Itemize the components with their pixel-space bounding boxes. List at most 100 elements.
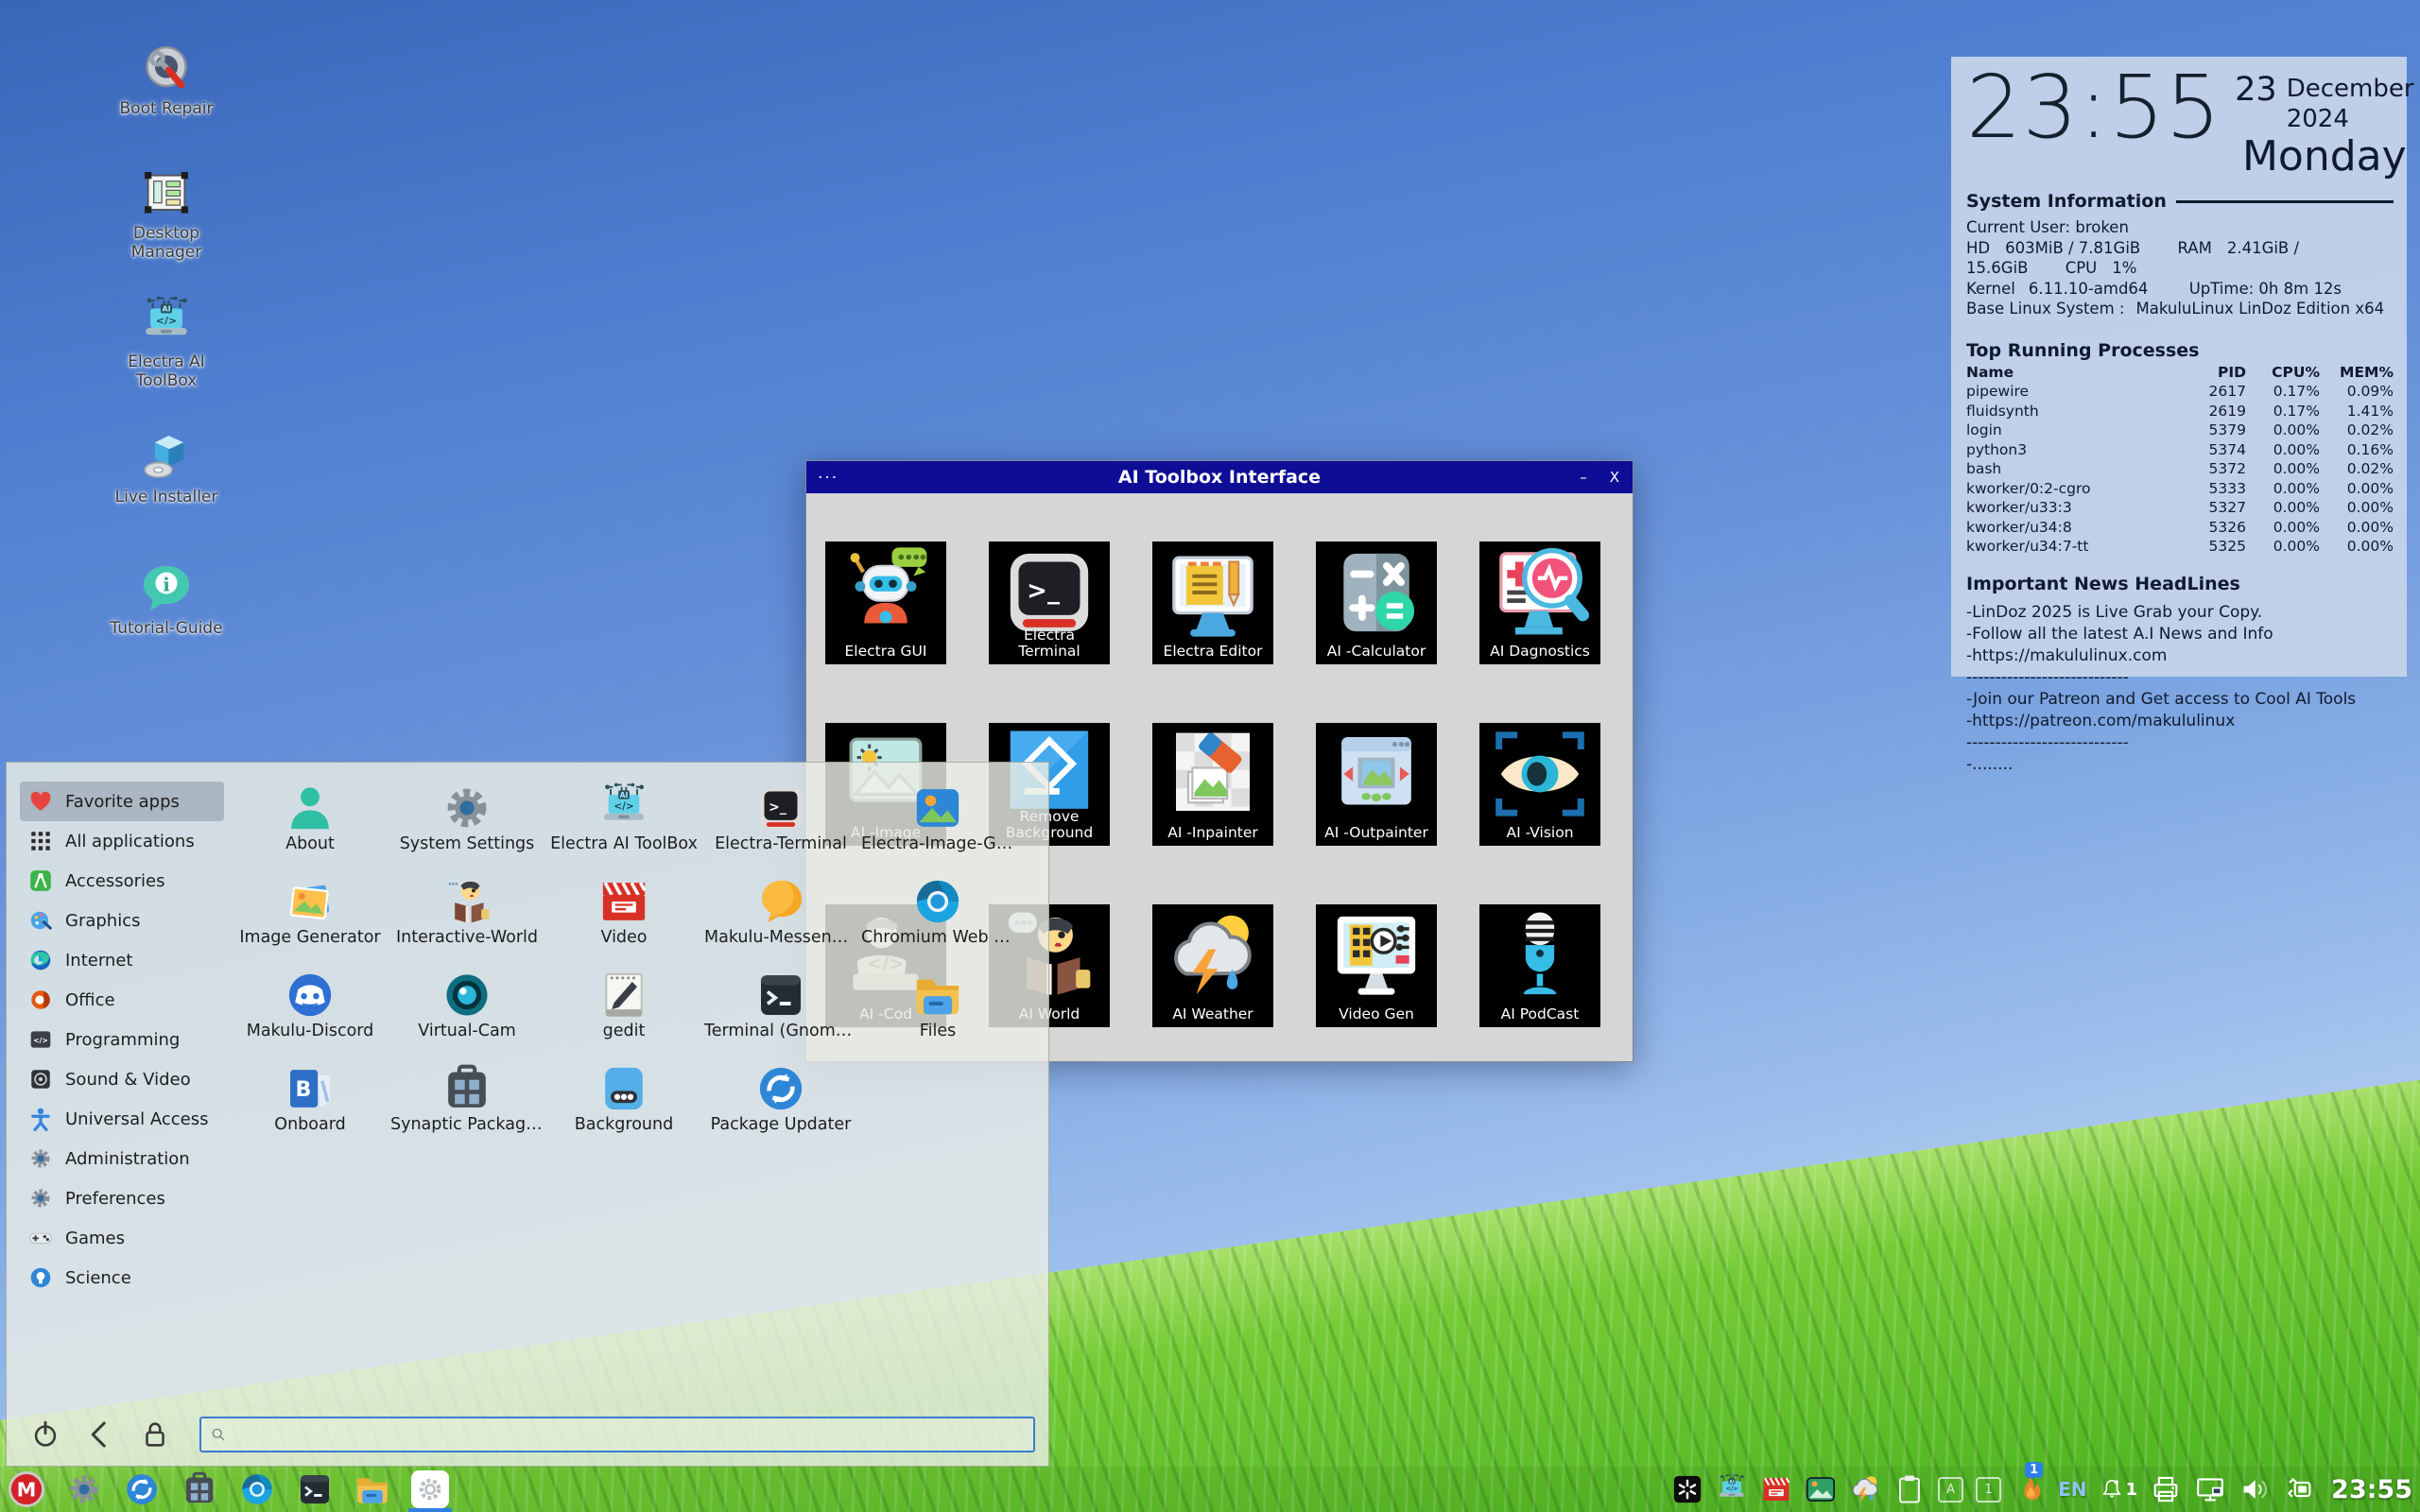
app-makulu-discord[interactable]: Makulu-Discord [232, 967, 389, 1060]
gnome-terminal-icon [296, 1470, 334, 1508]
category-all-applications[interactable]: All applications [20, 821, 224, 861]
news-title: Important News HeadLines [1966, 573, 2240, 594]
desktop-icon-tutorial-guide[interactable]: Tutorial-Guide [104, 561, 229, 638]
tray-volume[interactable] [2238, 1473, 2271, 1505]
tray-chatgpt[interactable] [1671, 1473, 1703, 1505]
tile-ai-podcast[interactable]: AI PodCast [1479, 904, 1600, 1027]
tray-electra-ai[interactable] [1716, 1473, 1748, 1505]
clapperboard-icon [1760, 1473, 1792, 1505]
category-label: All applications [65, 831, 195, 851]
taskbar-clock[interactable]: 23:55 [2331, 1475, 2412, 1504]
category-graphics[interactable]: Graphics [20, 901, 224, 940]
app-background[interactable]: Background [545, 1060, 702, 1154]
category-internet[interactable]: Internet [20, 940, 224, 980]
app-electra-image-gen[interactable]: Electra-Image-Gen... [859, 780, 1016, 873]
tile-ai-calculator[interactable]: AI -Calculator [1316, 541, 1437, 664]
app-onboard[interactable]: Onboard [232, 1060, 389, 1154]
tray-clipboard[interactable] [1893, 1473, 1926, 1505]
app-interactive-world[interactable]: Interactive-World [389, 873, 545, 967]
app-package-updater[interactable]: Package Updater [702, 1060, 859, 1154]
window-titlebar[interactable]: ... AI Toolbox Interface – X [806, 461, 1633, 493]
keyboard-layout-1[interactable]: 1 [1976, 1476, 2002, 1503]
tray-image[interactable] [1805, 1473, 1837, 1505]
system-tray: A 1 1 EN 1 23:55 [1671, 1462, 2420, 1505]
photo-stack-icon [284, 875, 337, 928]
category-favorite-apps[interactable]: Favorite apps [20, 782, 224, 821]
background-settings-icon [597, 1062, 650, 1115]
back-button[interactable] [84, 1418, 116, 1451]
kernel-line: Kernel 6.11.10-amd64 UpTime: 0h 8m 12s [1966, 279, 2394, 300]
app-image-generator[interactable]: Image Generator [232, 873, 389, 967]
tray-power[interactable] [2283, 1473, 2315, 1505]
taskbar-ai-toolbox-active[interactable] [408, 1470, 452, 1512]
tile-ai-outpainter[interactable]: AI -Outpainter [1316, 723, 1437, 846]
search-bar[interactable] [199, 1417, 1035, 1452]
tile-video-gen[interactable]: Video Gen [1316, 904, 1437, 1027]
tile-electra-editor[interactable]: Electra Editor [1152, 541, 1273, 664]
app-files[interactable]: Files [859, 967, 1016, 1060]
tile-label: AI PodCast [1500, 1005, 1580, 1022]
app-electra-terminal[interactable]: Electra-Terminal [702, 780, 859, 873]
power-button[interactable] [29, 1418, 61, 1451]
base-system-line: Base Linux System : MakuluLinux LinDoz Ed… [1966, 299, 2394, 319]
category-universal-access[interactable]: Universal Access [20, 1099, 224, 1139]
taskbar-system-settings[interactable] [65, 1470, 103, 1508]
taskbar-terminal[interactable] [296, 1470, 334, 1508]
app-chromium[interactable]: Chromium Web Br... [859, 873, 1016, 967]
taskbar-chromium[interactable] [238, 1470, 276, 1508]
lock-button[interactable] [139, 1418, 171, 1451]
taskbar-files[interactable] [354, 1470, 391, 1508]
app-about[interactable]: About [232, 780, 389, 873]
app-gnome-terminal[interactable]: Terminal (Gnome-t... [702, 967, 859, 1060]
app-gedit[interactable]: gedit [545, 967, 702, 1060]
folder-icon [911, 969, 964, 1022]
category-label: Sound & Video [65, 1069, 191, 1090]
tray-flame[interactable]: 1 [2014, 1462, 2046, 1505]
app-label: Electra-Terminal [715, 834, 847, 853]
window-title: AI Toolbox Interface [1117, 467, 1322, 488]
tray-weather[interactable] [1849, 1473, 1881, 1505]
tray-video[interactable] [1760, 1473, 1792, 1505]
category-office[interactable]: Office [20, 980, 224, 1020]
category-administration[interactable]: Administration [20, 1139, 224, 1178]
taskbar-package-updater[interactable] [123, 1470, 161, 1508]
kernel-label: Kernel [1966, 279, 2015, 298]
close-button[interactable]: X [1610, 461, 1619, 493]
category-accessories[interactable]: Accessories [20, 861, 224, 901]
app-electra-ai-toolbox[interactable]: Electra AI ToolBox [545, 780, 702, 873]
desktop-icon-boot-repair[interactable]: Boot Repair [104, 42, 229, 118]
keyboard-layout-a[interactable]: A [1938, 1476, 1964, 1503]
tile-ai-weather[interactable]: AI Weather [1152, 904, 1273, 1027]
makulu-menu-button[interactable] [8, 1470, 45, 1508]
app-virtual-cam[interactable]: Virtual-Cam [389, 967, 545, 1060]
tile-electra-terminal[interactable]: Electra Terminal [989, 541, 1110, 664]
tray-display[interactable] [2194, 1473, 2226, 1505]
tile-ai-vision[interactable]: AI -Vision [1479, 723, 1600, 846]
app-video[interactable]: Video [545, 873, 702, 967]
category-science[interactable]: Science [20, 1258, 224, 1297]
current-user: Current User: broken [1966, 218, 2129, 236]
category-programming[interactable]: Programming [20, 1020, 224, 1059]
tray-printer[interactable] [2150, 1473, 2182, 1505]
category-preferences[interactable]: Preferences [20, 1178, 224, 1218]
system-info-title: System Information [1966, 191, 2167, 212]
window-menu-button[interactable]: ... [818, 461, 838, 486]
category-sound-video[interactable]: Sound & Video [20, 1059, 224, 1099]
category-games[interactable]: Games [20, 1218, 224, 1258]
desktop-icon-live-installer[interactable]: Live Installer [104, 430, 229, 507]
app-makulu-messenger[interactable]: Makulu-Messenger [702, 873, 859, 967]
taskbar-synaptic[interactable] [181, 1470, 218, 1508]
notifications[interactable]: 1 [2100, 1477, 2137, 1502]
app-system-settings[interactable]: System Settings [389, 780, 545, 873]
minimize-button[interactable]: – [1580, 461, 1587, 493]
tile-ai-diagnostics[interactable]: AI Dagnostics [1479, 541, 1600, 664]
search-input[interactable] [228, 1424, 1026, 1445]
desktop-icon-electra-ai-toolbox[interactable]: Electra AI ToolBox [104, 295, 229, 390]
taskbar: A 1 1 EN 1 23:55 [0, 1462, 2420, 1512]
language-indicator[interactable]: EN [2058, 1478, 2086, 1501]
app-synaptic[interactable]: Synaptic Package ... [389, 1060, 545, 1154]
tile-electra-gui[interactable]: Electra GUI [825, 541, 946, 664]
app-label: Electra AI ToolBox [550, 834, 698, 853]
desktop-icon-desktop-manager[interactable]: Desktop Manager [104, 166, 229, 262]
tile-ai-inpainter[interactable]: AI -Inpainter [1152, 723, 1273, 846]
